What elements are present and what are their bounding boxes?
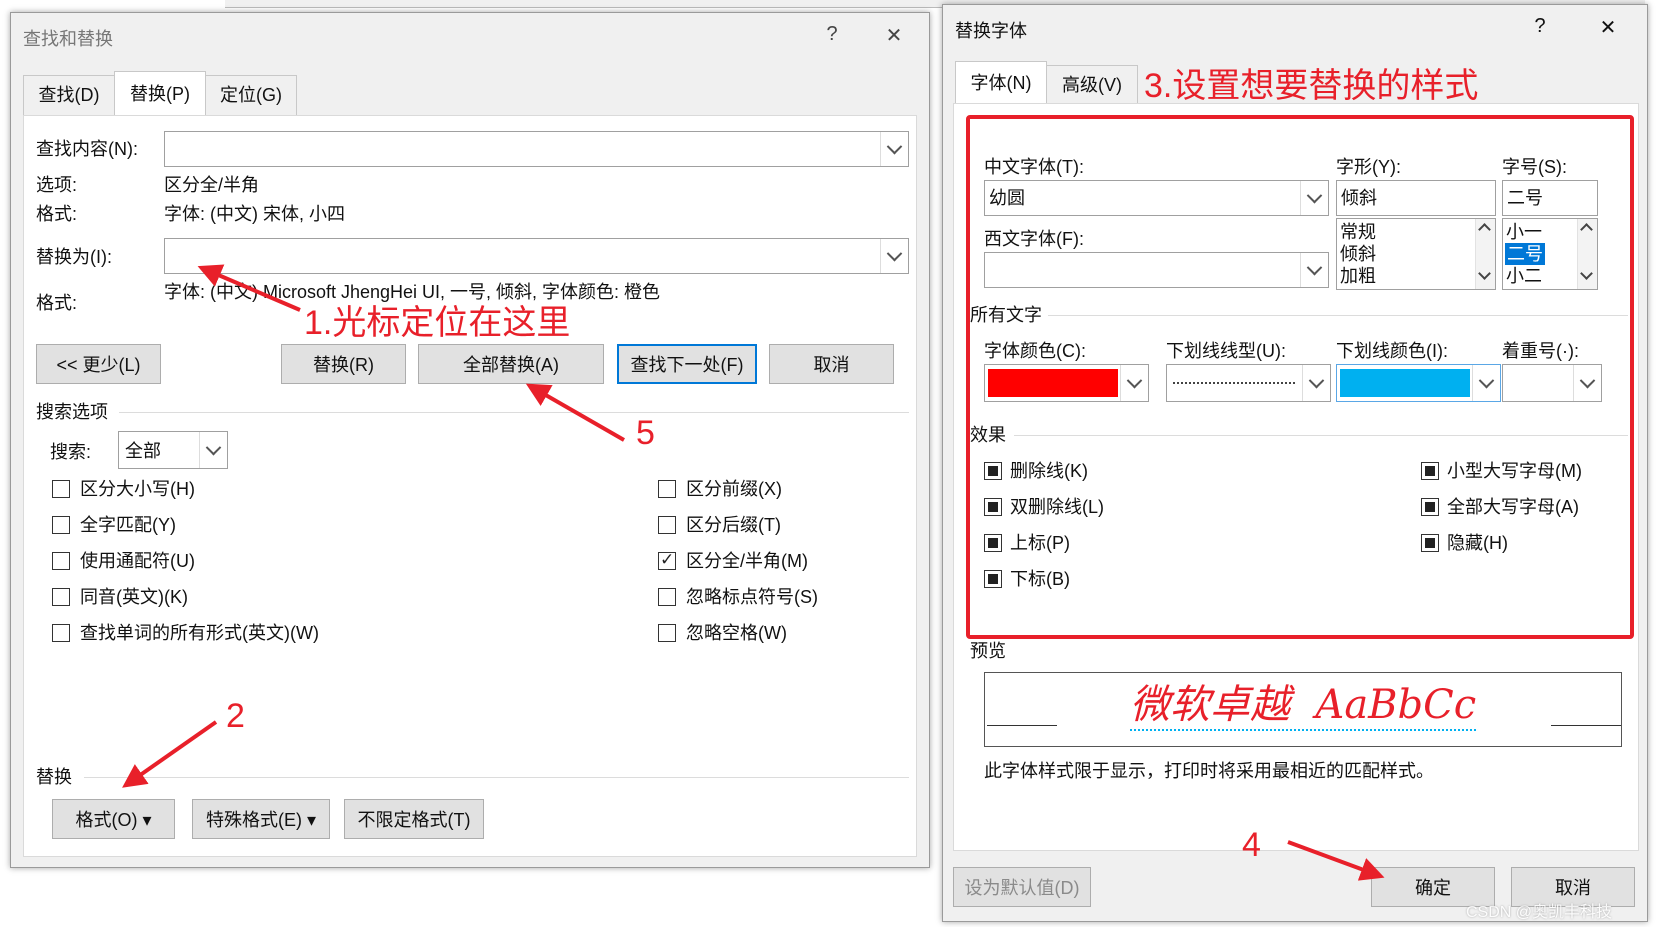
watermark: CSDN @奥凯丰科技 [1466,904,1613,921]
option-checkbox[interactable] [658,588,676,606]
option-label: 查找单词的所有形式(英文)(W) [80,623,319,643]
tab-font[interactable]: 字体(N) [955,61,1047,105]
tab-find[interactable]: 查找(D) [23,75,115,115]
preview-text: 微软卓越 AaBbCc [1130,681,1477,731]
preview-box: 微软卓越 AaBbCc [984,672,1622,747]
option-checkbox[interactable] [658,516,676,534]
format-button[interactable]: 格式(O) ▾ [52,799,175,839]
replace-format-label: 格式: [36,293,78,313]
style-highlight-box [966,115,1634,639]
find-next-button[interactable]: 查找下一处(F) [617,344,757,384]
replace-button[interactable]: 替换(R) [281,344,406,384]
no-format-button[interactable]: 不限定格式(T) [344,799,484,839]
option-label: 忽略空格(W) [686,623,787,643]
find-replace-dialog: 查找和替换 ? ✕ 查找(D) 替换(P) 定位(G) 查找内容(N): 选项:… [10,12,930,868]
option-label: 同音(英文)(K) [80,587,188,607]
search-select-value: 全部 [125,441,161,461]
option-label: 区分后缀(T) [686,515,781,535]
option-label: 忽略标点符号(S) [686,587,818,607]
replace-section-title: 替换 [36,767,72,787]
cancel-button[interactable]: 取消 [769,344,894,384]
search-options-title: 搜索选项 [36,402,108,422]
tab-panel: 查找内容(N): 选项: 区分全/半角 格式: 字体: (中文) 宋体, 小四 … [23,115,917,857]
annotation-note-5: 5 [636,414,655,452]
preview-baseline-left [987,725,1057,726]
search-label: 搜索: [50,442,92,462]
option-checkbox-checked[interactable] [658,550,676,570]
search-chevron-icon[interactable] [199,432,227,468]
option-checkbox[interactable] [52,552,70,570]
option-checkbox[interactable] [658,624,676,642]
find-input[interactable] [164,131,909,167]
search-options-divider [119,412,909,413]
tab-goto[interactable]: 定位(G) [205,75,297,115]
replace-all-button[interactable]: 全部替换(A) [418,344,604,384]
annotation-note-2: 2 [226,697,245,735]
find-format-label: 格式: [36,204,78,224]
find-label: 查找内容(N): [36,139,138,159]
annotation-note-1: 1.光标定位在这里 [304,304,571,342]
less-button[interactable]: << 更少(L) [36,344,161,384]
replace-section-divider [84,777,909,778]
find-replace-title: 查找和替换 [23,29,113,49]
option-checkbox[interactable] [52,624,70,642]
set-default-button[interactable]: 设为默认值(D) [953,867,1091,907]
option-checkbox[interactable] [52,480,70,498]
option-label: 使用通配符(U) [80,551,195,571]
option-checkbox[interactable] [52,588,70,606]
replace-label: 替换为(I): [36,247,112,267]
close-button[interactable]: ✕ [879,23,909,48]
option-label: 区分前缀(X) [686,479,782,499]
preview-note: 此字体样式限于显示，打印时将采用最相近的匹配样式。 [984,761,1434,781]
help-button[interactable]: ? [817,23,847,46]
find-format-value: 字体: (中文) 宋体, 小四 [164,204,345,224]
options-label: 选项: [36,175,78,195]
special-format-button[interactable]: 特殊格式(E) ▾ [192,799,330,839]
preview-baseline-right [1551,725,1621,726]
options-value: 区分全/半角 [164,175,260,195]
option-checkbox[interactable] [658,480,676,498]
replace-input[interactable] [164,238,909,274]
option-checkbox[interactable] [52,516,70,534]
tab-advanced[interactable]: 高级(V) [1046,65,1138,105]
close-button[interactable]: ✕ [1593,15,1623,40]
find-dropdown-chevron-icon[interactable] [880,132,908,166]
option-label: 区分全/半角(M) [686,551,808,571]
annotation-note-3: 3.设置想要替换的样式 [1144,67,1479,105]
help-button[interactable]: ? [1525,15,1555,38]
tab-replace[interactable]: 替换(P) [114,71,206,117]
replace-dropdown-chevron-icon[interactable] [880,239,908,273]
search-select[interactable]: 全部 [118,431,228,469]
replace-font-title: 替换字体 [955,21,1027,41]
option-label: 全字匹配(Y) [80,515,176,535]
annotation-note-4: 4 [1242,826,1261,864]
preview-title: 预览 [970,641,1006,661]
option-label: 区分大小写(H) [80,479,195,499]
